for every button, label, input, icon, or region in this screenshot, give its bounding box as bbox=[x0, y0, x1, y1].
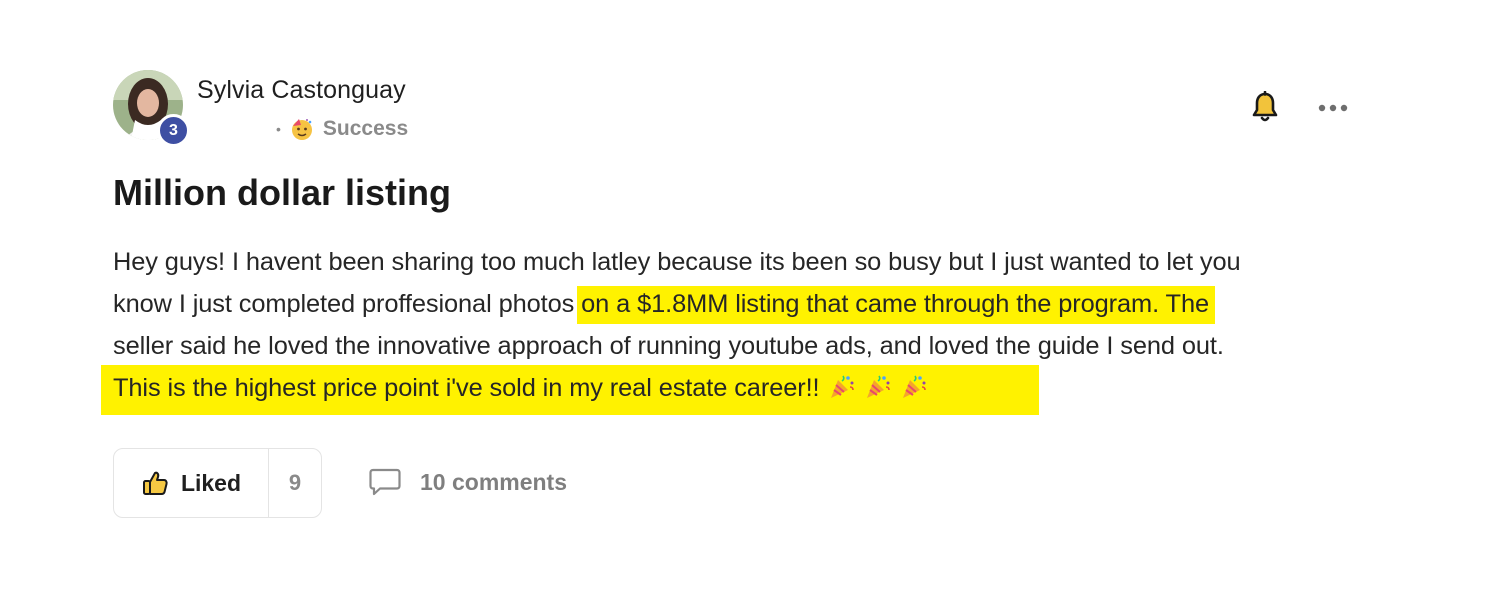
highlighted-text: This is the highest price point i've sol… bbox=[113, 374, 820, 402]
author-name[interactable]: Sylvia Castonguay bbox=[197, 76, 406, 105]
party-face-icon bbox=[290, 117, 314, 141]
body-text: seller said he loved the innovative appr… bbox=[113, 332, 1224, 360]
bell-button[interactable] bbox=[1249, 89, 1281, 127]
party-popper-icon bbox=[864, 371, 892, 399]
body-text: know I just completed proffesional photo… bbox=[113, 290, 582, 318]
body-line: know I just completed proffesional photo… bbox=[113, 283, 1373, 325]
bell-icon bbox=[1252, 91, 1278, 122]
comment-bubble-icon bbox=[369, 468, 401, 496]
like-count[interactable]: 9 bbox=[269, 449, 321, 517]
like-button[interactable]: Liked bbox=[114, 449, 269, 517]
more-horizontal-icon bbox=[1318, 104, 1348, 112]
post-meta: • Success bbox=[276, 117, 408, 141]
comments-label: 10 comments bbox=[420, 468, 568, 495]
level-badge: 3 bbox=[157, 114, 190, 147]
community-post: 3 Sylvia Castonguay • Success Million do… bbox=[0, 0, 1500, 600]
body-text: Hey guys! I havent been sharing too much… bbox=[113, 248, 1241, 276]
more-options-button[interactable] bbox=[1315, 96, 1351, 120]
party-popper-icon bbox=[828, 371, 856, 399]
post-title: Million dollar listing bbox=[113, 172, 451, 213]
like-control: Liked 9 bbox=[113, 448, 322, 518]
body-line: This is the highest price point i've sol… bbox=[113, 367, 1373, 409]
post-body: Hey guys! I havent been sharing too much… bbox=[101, 241, 1373, 415]
category-label[interactable]: Success bbox=[323, 117, 408, 141]
thumbs-up-icon bbox=[142, 471, 168, 495]
meta-separator: • bbox=[276, 121, 281, 137]
body-line: Hey guys! I havent been sharing too much… bbox=[113, 241, 1373, 283]
highlighted-text: on a $1.8MM listing that came through th… bbox=[577, 286, 1215, 324]
comments-button[interactable]: 10 comments bbox=[368, 462, 567, 502]
body-line: seller said he loved the innovative appr… bbox=[113, 325, 1373, 367]
party-popper-icon bbox=[900, 371, 928, 399]
like-label: Liked bbox=[180, 469, 242, 496]
